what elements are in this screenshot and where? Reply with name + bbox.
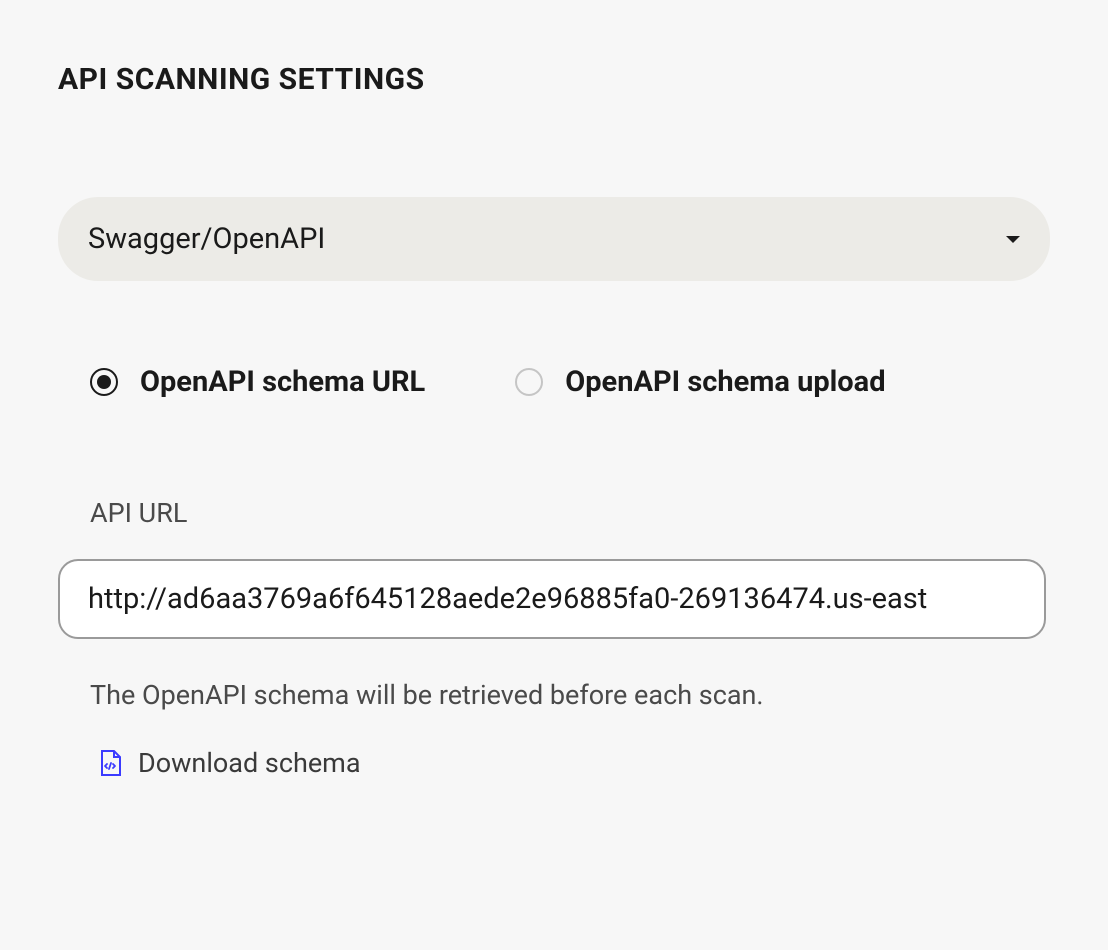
radio-option-schema-url[interactable]: OpenAPI schema URL: [90, 365, 425, 399]
api-url-section: API URL The OpenAPI schema will be retri…: [58, 497, 1050, 779]
schema-source-radio-group: OpenAPI schema URL OpenAPI schema upload: [58, 365, 1050, 399]
api-url-input[interactable]: [58, 559, 1046, 639]
api-url-label: API URL: [90, 497, 1050, 529]
radio-option-schema-upload[interactable]: OpenAPI schema upload: [515, 365, 885, 399]
radio-dot-icon: [97, 375, 111, 389]
dropdown-selected-label: Swagger/OpenAPI: [88, 222, 325, 256]
download-schema-link[interactable]: Download schema: [90, 747, 1050, 779]
page-title: API SCANNING SETTINGS: [58, 62, 1050, 97]
api-type-dropdown[interactable]: Swagger/OpenAPI: [58, 197, 1050, 281]
caret-down-icon: [1006, 236, 1020, 243]
download-schema-label: Download schema: [138, 747, 361, 779]
code-file-icon: [98, 749, 122, 777]
radio-icon: [90, 368, 118, 396]
helper-text: The OpenAPI schema will be retrieved bef…: [90, 679, 1050, 711]
radio-label: OpenAPI schema URL: [140, 365, 425, 399]
radio-icon: [515, 368, 543, 396]
radio-label: OpenAPI schema upload: [565, 365, 885, 399]
